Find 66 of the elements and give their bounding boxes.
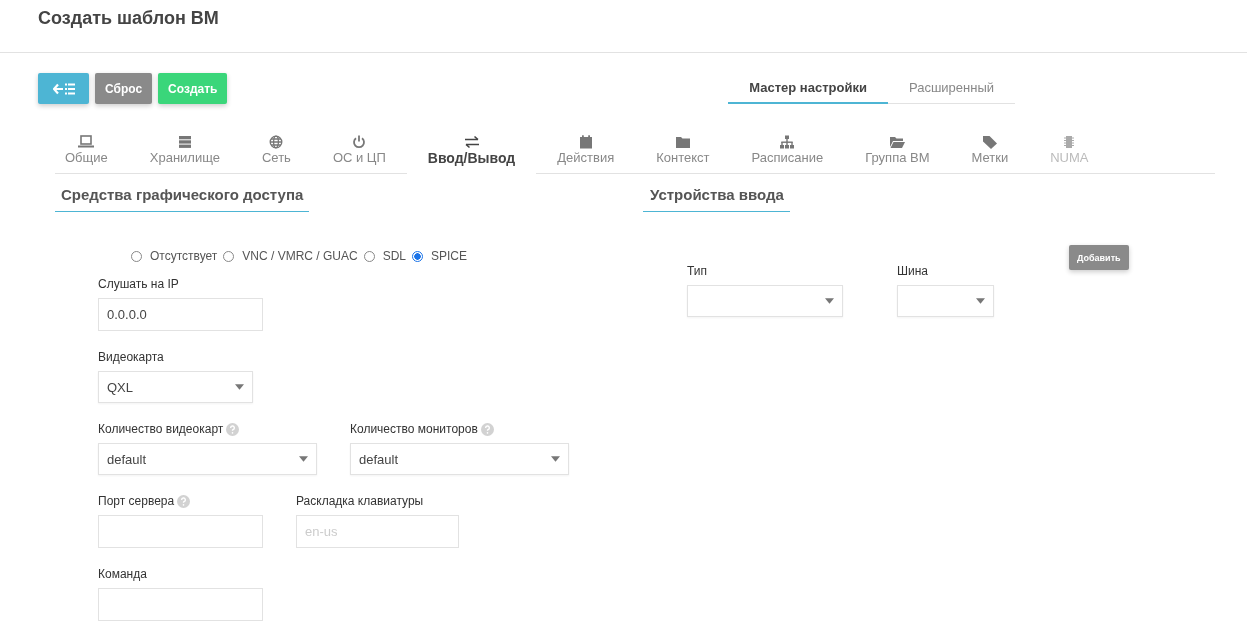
help-icon[interactable] — [226, 422, 240, 436]
radio-button[interactable] — [412, 250, 423, 262]
select-value: QXL — [107, 379, 133, 395]
radio-label: SDL — [382, 249, 406, 263]
input-field[interactable] — [98, 515, 263, 548]
select-field[interactable]: default — [350, 443, 569, 475]
folder-open-icon — [889, 135, 906, 149]
help-icon[interactable] — [177, 494, 191, 508]
radio-button[interactable] — [363, 250, 375, 262]
field-label: Количество видеокарт — [98, 422, 224, 436]
power-icon — [351, 135, 368, 149]
section-title: Средства графического доступа — [55, 186, 310, 212]
radio-button[interactable] — [131, 250, 142, 262]
caret-icon — [299, 456, 308, 462]
add-button[interactable]: Добавить — [1069, 245, 1129, 270]
section-tab[interactable]: Сеть — [240, 131, 312, 174]
field-label: Шина — [897, 264, 928, 278]
caret-icon — [825, 298, 834, 304]
folder-icon — [674, 135, 691, 149]
select-field[interactable]: QXL — [98, 371, 253, 403]
tag-icon — [981, 135, 998, 149]
section-tab[interactable]: Контекст — [635, 131, 731, 174]
caret-icon — [551, 456, 560, 462]
reset-button[interactable]: Сброс — [95, 73, 153, 104]
field-label: Видеокарта — [98, 350, 164, 364]
arrow-list-icon — [52, 81, 75, 96]
field-label: Раскладка клавиатуры — [296, 494, 424, 508]
section-tab[interactable]: Группа ВМ — [844, 131, 951, 174]
input-field[interactable]: 0.0.0.0 — [98, 298, 263, 331]
laptop-icon — [78, 135, 95, 149]
section-tab[interactable]: Расписание — [730, 131, 845, 174]
server-icon — [176, 135, 193, 149]
create-button[interactable]: Создать — [158, 73, 228, 104]
radio-label: SPICE — [431, 249, 467, 263]
field-label: Количество мониторов — [350, 422, 478, 436]
back-button[interactable] — [38, 73, 89, 104]
input-field[interactable] — [98, 588, 263, 621]
select-field[interactable]: default — [98, 443, 317, 475]
calendar-icon — [577, 135, 594, 149]
arrows-icon — [463, 135, 480, 149]
section-tab[interactable]: Общие — [55, 131, 129, 174]
section-tab[interactable]: Действия — [536, 131, 636, 174]
field-label: Слушать на IP — [98, 277, 179, 291]
section-title: Устройства ввода — [643, 186, 790, 212]
radio-label: Отсутствует — [150, 249, 218, 263]
select-value: default — [107, 451, 147, 467]
mode-tab[interactable]: Мастер настройки — [728, 76, 888, 104]
field-label: Порт сервера — [98, 494, 175, 508]
section-tab[interactable]: Метки — [950, 131, 1030, 174]
radio-label: VNC / VMRC / GUAC — [242, 249, 358, 263]
select-value: default — [359, 451, 399, 467]
sitemap-icon — [779, 135, 796, 149]
field-label: Тип — [687, 264, 707, 278]
globe-icon — [268, 135, 285, 149]
page-title: Создать шаблон ВМ — [38, 7, 219, 29]
section-tab[interactable]: Хранилище — [128, 131, 241, 174]
radio-button[interactable] — [223, 250, 235, 262]
caret-icon — [235, 384, 244, 390]
help-icon[interactable] — [480, 422, 494, 436]
mode-tab[interactable]: Расширенный — [887, 76, 1015, 104]
section-tab[interactable]: Ввод/Вывод — [406, 131, 537, 174]
select-field[interactable] — [687, 285, 843, 317]
field-label: Команда — [98, 567, 147, 581]
section-tab[interactable]: ОС и ЦП — [311, 131, 407, 174]
caret-icon — [976, 298, 985, 304]
select-field[interactable] — [897, 285, 994, 317]
